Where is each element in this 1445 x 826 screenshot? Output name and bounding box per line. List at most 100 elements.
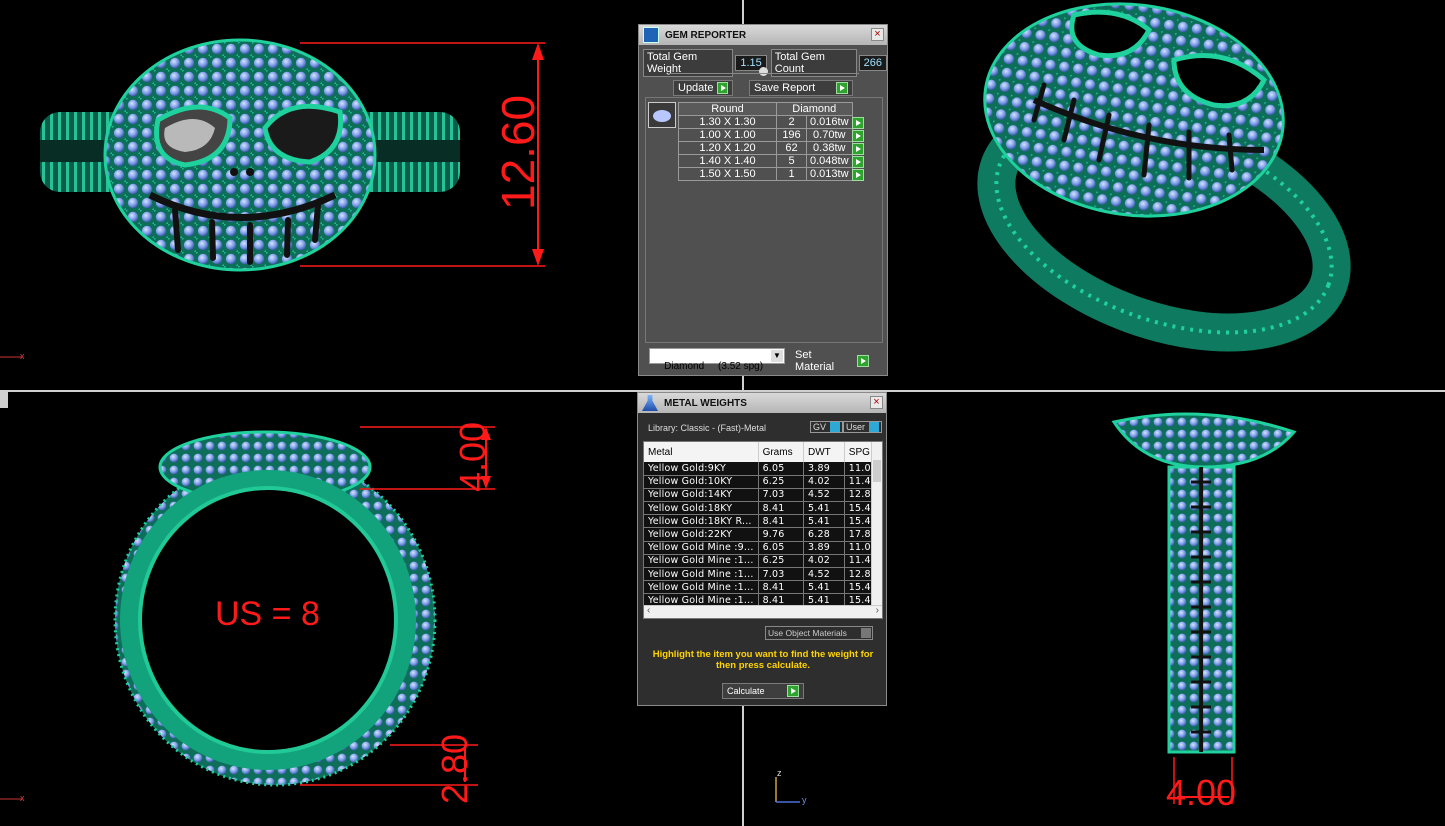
calculate-button[interactable]: Calculate <box>722 683 804 699</box>
metal-dwt: 4.02 <box>803 475 845 489</box>
gem-table-panel: Round Diamond 1.30 X 1.30 2 0.016tw 1.00… <box>645 97 883 343</box>
metal-grams: 6.05 <box>758 541 804 555</box>
ring-size-label: US = 8 <box>215 595 320 633</box>
metal-grams: 6.25 <box>758 475 804 489</box>
metal-dwt: 6.28 <box>803 527 845 542</box>
gv-label: GV <box>813 422 827 432</box>
use-object-materials-label: Use Object Materials <box>768 628 847 638</box>
select-row-icon[interactable] <box>852 130 864 142</box>
table-row[interactable]: Yellow Gold Mine :9... 6.05 3.89 11.08 <box>644 541 882 555</box>
set-material-button-label: Set Material <box>795 349 835 373</box>
checkbox-icon <box>861 628 871 638</box>
table-row[interactable]: Yellow Gold:18KY 8.41 5.41 15.41 <box>644 501 882 516</box>
scroll-thumb[interactable] <box>873 460 881 482</box>
gem-table: Round Diamond 1.30 X 1.30 2 0.016tw 1.00… <box>678 102 853 181</box>
select-row-icon[interactable] <box>852 117 864 129</box>
update-button[interactable]: Update <box>673 80 733 96</box>
separator <box>669 73 859 74</box>
user-toggle[interactable]: User <box>843 421 883 433</box>
gem-reporter-title: GEM REPORTER <box>665 29 747 41</box>
gem-header-material: Diamond <box>776 102 853 116</box>
metal-grams: 6.25 <box>758 554 804 569</box>
library-label: Library: Classic - (Fast)-Metal <box>648 423 767 433</box>
update-button-label: Update <box>678 82 714 94</box>
viewport-side[interactable]: US = 8 4.00 2.80 x <box>0 392 742 826</box>
horizontal-scrollbar[interactable]: ‹ › <box>644 605 882 618</box>
gem-size: 1.00 X 1.00 <box>678 128 777 142</box>
select-row-icon[interactable] <box>852 156 864 168</box>
height-dimension-label: 12.60 <box>492 94 544 210</box>
material-select[interactable]: Diamond (3.52 spg) ▼ <box>649 348 785 372</box>
play-icon <box>787 685 799 697</box>
save-report-button[interactable]: Save Report <box>749 80 853 96</box>
table-row[interactable]: Yellow Gold Mine :1... 6.25 4.02 11.45 <box>644 554 882 569</box>
column-header[interactable]: DWT <box>803 442 845 462</box>
column-header[interactable]: Grams <box>758 442 804 462</box>
column-header[interactable]: Metal <box>644 442 759 462</box>
vertical-scrollbar[interactable] <box>871 442 882 606</box>
metal-name: Yellow Gold:14KY <box>644 488 759 503</box>
select-row-icon[interactable] <box>852 143 864 155</box>
chevron-down-icon[interactable]: ▼ <box>771 350 783 362</box>
metal-dwt: 5.41 <box>803 580 845 595</box>
gem-size: 1.40 X 1.40 <box>678 154 777 168</box>
table-row[interactable]: Yellow Gold:22KY 9.76 6.28 17.89 <box>644 527 882 542</box>
table-row[interactable]: Yellow Gold Mine :1... 8.41 5.41 15.41 <box>644 580 882 595</box>
gv-toggle[interactable]: GV <box>810 421 844 433</box>
viewport-menu-icon[interactable] <box>0 392 8 408</box>
collapse-icon[interactable] <box>759 67 768 76</box>
metal-name: Yellow Gold Mine :1... <box>644 554 759 569</box>
user-label: User <box>846 422 866 432</box>
axis-y-label: y <box>802 795 807 805</box>
metal-name: Yellow Gold:22KY <box>644 527 759 542</box>
material-select-value: Diamond (3.52 spg) <box>664 361 764 372</box>
metal-dwt: 5.41 <box>803 501 845 516</box>
gem-header-shape: Round <box>678 102 777 116</box>
table-row[interactable]: Yellow Gold:14KY 7.03 4.52 12.88 <box>644 488 882 503</box>
close-icon[interactable]: × <box>870 396 883 409</box>
metal-grams: 7.03 <box>758 567 804 582</box>
instruction-text: Highlight the item you want to find the … <box>652 649 874 671</box>
axis-z-label: z <box>777 768 782 778</box>
metal-name: Yellow Gold Mine :1... <box>644 567 759 582</box>
play-icon <box>717 82 728 94</box>
axis-x-label: x <box>20 793 25 803</box>
bottom-thickness-dimension: 2.80 <box>434 733 475 804</box>
ring-front-render <box>0 38 545 358</box>
table-row[interactable]: 1.20 X 1.20 62 0.38tw <box>678 141 853 155</box>
metal-name: Yellow Gold:9KY <box>644 462 759 476</box>
width-dimension-label: 4.00 <box>1166 772 1237 813</box>
calculate-button-label: Calculate <box>727 686 765 696</box>
metal-grams: 6.05 <box>758 462 804 476</box>
metal-weights-titlebar[interactable]: METAL WEIGHTS × <box>638 393 886 413</box>
metal-dwt: 4.52 <box>803 567 845 582</box>
metal-dwt: 3.89 <box>803 541 845 555</box>
gem-size: 1.20 X 1.20 <box>678 141 777 155</box>
gem-weight: 0.70tw <box>806 128 853 142</box>
metal-dwt: 4.02 <box>803 554 845 569</box>
viewport-front[interactable]: 12.60 x <box>0 0 742 390</box>
table-row[interactable]: Yellow Gold:18KY R... 8.41 5.41 15.41 <box>644 514 882 529</box>
gem-weight: 0.048tw <box>806 154 853 168</box>
select-row-icon[interactable] <box>852 169 864 181</box>
chevron-right-icon[interactable]: › <box>876 605 879 616</box>
use-object-materials-checkbox[interactable]: Use Object Materials <box>765 626 873 640</box>
gem-count: 196 <box>776 128 807 142</box>
gem-reporter-titlebar[interactable]: GEM REPORTER × <box>639 25 887 45</box>
metal-name: Yellow Gold Mine :1... <box>644 580 759 595</box>
gem-weight: 0.38tw <box>806 141 853 155</box>
metal-name: Yellow Gold Mine :9... <box>644 541 759 555</box>
set-material-button[interactable]: Set Material <box>791 348 873 374</box>
table-row[interactable]: 1.30 X 1.30 2 0.016tw <box>678 115 853 129</box>
table-row[interactable]: 1.00 X 1.00 196 0.70tw <box>678 128 853 142</box>
close-icon[interactable]: × <box>871 28 884 41</box>
table-row[interactable]: Yellow Gold:10KY 6.25 4.02 11.45 <box>644 475 882 489</box>
table-row[interactable]: 1.50 X 1.50 1 0.013tw <box>678 167 853 181</box>
metal-dwt: 3.89 <box>803 462 845 476</box>
chevron-left-icon[interactable]: ‹ <box>647 605 650 616</box>
table-row[interactable]: Yellow Gold:9KY 6.05 3.89 11.08 <box>644 462 882 476</box>
gem-reporter-app-icon <box>643 27 659 43</box>
gem-shape-icon[interactable] <box>648 102 676 128</box>
table-row[interactable]: 1.40 X 1.40 5 0.048tw <box>678 154 853 168</box>
table-row[interactable]: Yellow Gold Mine :1... 7.03 4.52 12.88 <box>644 567 882 582</box>
